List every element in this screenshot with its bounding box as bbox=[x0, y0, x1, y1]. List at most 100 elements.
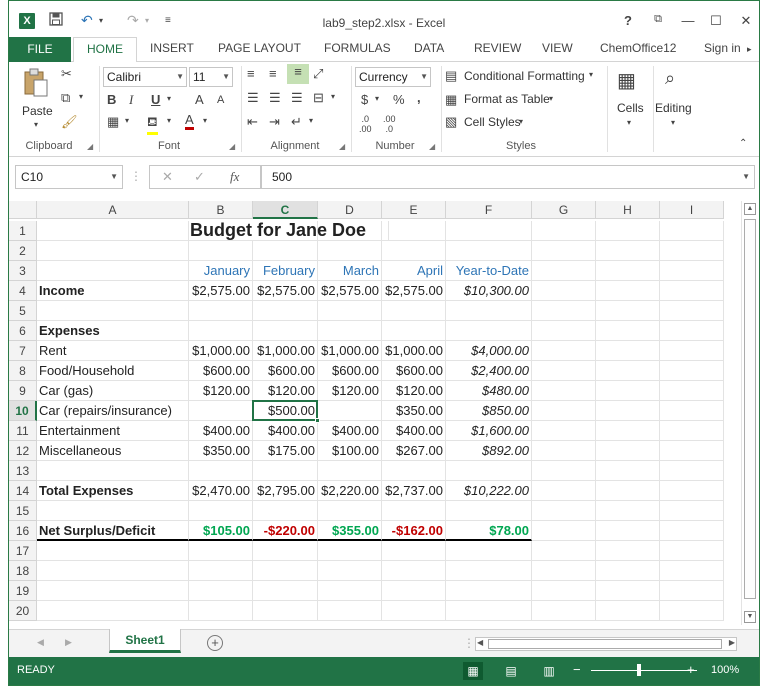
scroll-right-icon[interactable]: ▸ bbox=[747, 44, 752, 55]
cell-a14[interactable]: Total Expenses bbox=[37, 481, 189, 501]
cell-styles-button[interactable]: Cell Styles bbox=[464, 115, 521, 129]
conditional-dropdown-icon[interactable]: ▾ bbox=[589, 70, 593, 79]
cell-c15[interactable] bbox=[253, 501, 318, 521]
cell-c17[interactable] bbox=[253, 541, 318, 561]
number-format-combo[interactable]: Currency ▼ bbox=[355, 67, 431, 87]
comma-button[interactable]: , bbox=[417, 90, 421, 105]
decrease-decimal-icon[interactable]: .00.0 bbox=[383, 114, 396, 134]
cell-d7[interactable]: $1,000.00 bbox=[318, 341, 382, 361]
tab-page-layout[interactable]: PAGE LAYOUT bbox=[218, 41, 301, 55]
cell-e19[interactable] bbox=[382, 581, 446, 601]
cell-b13[interactable] bbox=[189, 461, 253, 481]
tab-file[interactable]: FILE bbox=[9, 37, 71, 62]
accounting-dropdown-icon[interactable]: ▾ bbox=[375, 94, 379, 103]
accounting-format-button[interactable]: $ bbox=[361, 92, 368, 107]
cancel-icon[interactable]: ✕ bbox=[162, 169, 173, 185]
row-header-12[interactable]: 12 bbox=[9, 441, 37, 461]
cell-f12[interactable]: $892.00 bbox=[446, 441, 532, 461]
cell-g13[interactable] bbox=[532, 461, 596, 481]
row-header-14[interactable]: 14 bbox=[9, 481, 37, 501]
cell-f10[interactable]: $850.00 bbox=[446, 401, 532, 421]
font-color-dropdown-icon[interactable]: ▾ bbox=[203, 116, 207, 125]
row-header-2[interactable]: 2 bbox=[9, 241, 37, 261]
cell-a4[interactable]: Income bbox=[37, 281, 189, 301]
maximize-button[interactable]: ☐ bbox=[705, 13, 727, 29]
tab-insert[interactable]: INSERT bbox=[150, 41, 194, 55]
cell-d19[interactable] bbox=[318, 581, 382, 601]
cell-c6[interactable] bbox=[253, 321, 318, 341]
splitter-dots-icon[interactable]: ⋮ bbox=[463, 636, 475, 650]
cell-a18[interactable] bbox=[37, 561, 189, 581]
row-header-17[interactable]: 17 bbox=[9, 541, 37, 561]
cell-a19[interactable] bbox=[37, 581, 189, 601]
cell-e13[interactable] bbox=[382, 461, 446, 481]
cell-e16[interactable]: -$162.00 bbox=[382, 521, 446, 541]
cell-i6[interactable] bbox=[660, 321, 724, 341]
cell-e6[interactable] bbox=[382, 321, 446, 341]
cell-b5[interactable] bbox=[189, 301, 253, 321]
cell-d15[interactable] bbox=[318, 501, 382, 521]
align-right-icon[interactable]: ☰ bbox=[291, 90, 303, 106]
row-header-1[interactable]: 1 bbox=[9, 221, 37, 241]
cell-b6[interactable] bbox=[189, 321, 253, 341]
cell-h17[interactable] bbox=[596, 541, 660, 561]
cell-h4[interactable] bbox=[596, 281, 660, 301]
cell-c10[interactable]: $500.00 bbox=[253, 401, 318, 421]
worksheet-grid[interactable]: A B C D E F G H I 1 Budget for Jane Doe 2 3 January Fe… bbox=[9, 199, 759, 627]
cell-d9[interactable]: $120.00 bbox=[318, 381, 382, 401]
cell-a11[interactable]: Entertainment bbox=[37, 421, 189, 441]
row-header-6[interactable]: 6 bbox=[9, 321, 37, 341]
cell-f17[interactable] bbox=[446, 541, 532, 561]
row-header-9[interactable]: 9 bbox=[9, 381, 37, 401]
cell-b7[interactable]: $1,000.00 bbox=[189, 341, 253, 361]
cell-e4[interactable]: $2,575.00 bbox=[382, 281, 446, 301]
italic-button[interactable]: I bbox=[129, 92, 133, 108]
cell-i7[interactable] bbox=[660, 341, 724, 361]
cell-h8[interactable] bbox=[596, 361, 660, 381]
cell-c7[interactable]: $1,000.00 bbox=[253, 341, 318, 361]
cell-c14[interactable]: $2,795.00 bbox=[253, 481, 318, 501]
cell-e5[interactable] bbox=[382, 301, 446, 321]
cell-f2[interactable] bbox=[446, 241, 532, 261]
cell-d17[interactable] bbox=[318, 541, 382, 561]
copy-icon[interactable]: ⧉ bbox=[61, 90, 70, 106]
cell-h10[interactable] bbox=[596, 401, 660, 421]
cell-h3[interactable] bbox=[596, 261, 660, 281]
cell-i18[interactable] bbox=[660, 561, 724, 581]
cell-c16[interactable]: -$220.00 bbox=[253, 521, 318, 541]
cell-b12[interactable]: $350.00 bbox=[189, 441, 253, 461]
cells-button[interactable]: Cells bbox=[617, 101, 644, 115]
cell-f19[interactable] bbox=[446, 581, 532, 601]
cell-d13[interactable] bbox=[318, 461, 382, 481]
cell-f13[interactable] bbox=[446, 461, 532, 481]
editing-button[interactable]: Editing bbox=[655, 101, 692, 115]
font-color-button[interactable]: A bbox=[185, 112, 194, 130]
zoom-slider-thumb[interactable] bbox=[637, 664, 641, 676]
cell-c3[interactable]: February bbox=[253, 261, 318, 281]
cell-h1[interactable] bbox=[596, 221, 660, 241]
cell-f5[interactable] bbox=[446, 301, 532, 321]
cell-i9[interactable] bbox=[660, 381, 724, 401]
name-box[interactable]: C10 ▼ bbox=[15, 165, 123, 189]
cell-f6[interactable] bbox=[446, 321, 532, 341]
cell-b17[interactable] bbox=[189, 541, 253, 561]
cell-e3[interactable]: April bbox=[382, 261, 446, 281]
normal-view-icon[interactable]: ▦ bbox=[463, 662, 483, 680]
enter-icon[interactable]: ✓ bbox=[194, 169, 205, 185]
cell-g10[interactable] bbox=[532, 401, 596, 421]
paste-label[interactable]: Paste bbox=[22, 104, 53, 118]
cell-b15[interactable] bbox=[189, 501, 253, 521]
cell-f18[interactable] bbox=[446, 561, 532, 581]
cell-h7[interactable] bbox=[596, 341, 660, 361]
cell-h5[interactable] bbox=[596, 301, 660, 321]
alignment-launcher-icon[interactable]: ◢ bbox=[339, 142, 345, 151]
cell-e17[interactable] bbox=[382, 541, 446, 561]
tab-view[interactable]: VIEW bbox=[542, 41, 573, 55]
cell-e11[interactable]: $400.00 bbox=[382, 421, 446, 441]
close-button[interactable]: ✕ bbox=[735, 13, 757, 29]
cell-c19[interactable] bbox=[253, 581, 318, 601]
cell-h9[interactable] bbox=[596, 381, 660, 401]
cell-b20[interactable] bbox=[189, 601, 253, 621]
row-header-11[interactable]: 11 bbox=[9, 421, 37, 441]
cell-g20[interactable] bbox=[532, 601, 596, 621]
